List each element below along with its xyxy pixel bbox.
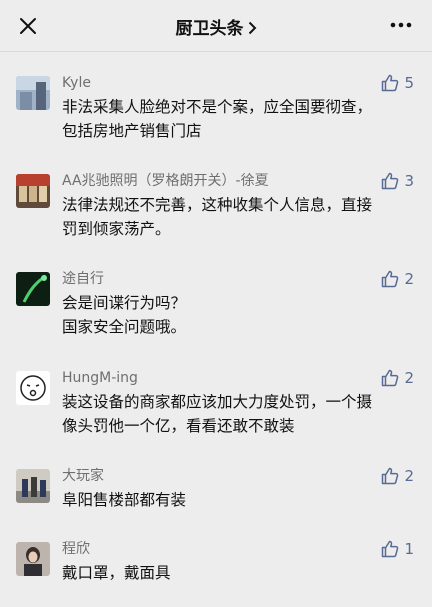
like-count: 3 (404, 172, 414, 190)
comment-item: HungM-ing 装这设备的商家都应该加大力度处罚，一个摄 像头罚他一个亿，看… (0, 367, 432, 465)
like-button[interactable]: 2 (381, 268, 414, 290)
thumbs-up-icon (382, 467, 399, 485)
comment-username: HungM-ing (62, 370, 138, 386)
comment-item: AA兆驰照明（罗格朗开关）-徐夏 法律法规还不完善，这种收集个人信息，直接 罚到… (0, 170, 432, 268)
like-count: 2 (404, 369, 414, 387)
comment-username: 大玩家 (62, 468, 104, 484)
more-icon[interactable] (390, 18, 412, 32)
comment-text: 阜阳售楼部都有装 (62, 491, 187, 509)
avatar[interactable] (16, 76, 50, 110)
comment-item: 途自行 会是间谍行为吗？ 国家安全问题哦。 2 (0, 268, 432, 367)
thumbs-up-icon (382, 540, 399, 558)
like-button[interactable]: 1 (381, 538, 414, 560)
comment-text: 会是间谍行为吗？ 国家安全问题哦。 (62, 294, 187, 336)
like-count: 2 (404, 467, 414, 485)
like-button[interactable]: 2 (381, 367, 414, 389)
like-count: 5 (404, 74, 414, 92)
comment-list: Kyle 非法采集人脸绝对不是个案，应全国要彻查， 包括房地产销售门店 5 AA… (0, 52, 432, 607)
avatar[interactable] (16, 272, 50, 306)
comment-text: 非法采集人脸绝对不是个案，应全国要彻查， 包括房地产销售门店 (62, 98, 373, 140)
comment-username: AA兆驰照明（罗格朗开关）-徐夏 (62, 173, 269, 189)
avatar[interactable] (16, 542, 50, 576)
like-button[interactable]: 2 (381, 465, 414, 487)
thumbs-up-icon (382, 172, 399, 190)
nav-bar: 厨卫头条 (0, 0, 432, 52)
comment-text: 法律法规还不完善，这种收集个人信息，直接 罚到倾家荡产。 (62, 196, 373, 238)
page-title-wrap: 厨卫头条 (0, 14, 432, 39)
comment-item: Kyle 非法采集人脸绝对不是个案，应全国要彻查， 包括房地产销售门店 5 (0, 72, 432, 170)
thumbs-up-icon (382, 74, 399, 92)
avatar[interactable] (16, 174, 50, 208)
thumbs-up-icon (382, 369, 399, 387)
like-button[interactable]: 3 (381, 170, 414, 192)
close-icon[interactable] (18, 16, 38, 36)
like-button[interactable]: 5 (381, 72, 414, 94)
chevron-right-icon (248, 21, 256, 35)
avatar[interactable] (16, 371, 50, 405)
page-title: 厨卫头条 (175, 19, 244, 39)
comment-username: Kyle (62, 75, 91, 91)
comment-username: 途自行 (62, 271, 104, 287)
comment-text: 装这设备的商家都应该加大力度处罚，一个摄 像头罚他一个亿，看看还敢不敢装 (62, 393, 373, 435)
comment-text: 戴口罩，戴面具 (62, 564, 171, 582)
thumbs-up-icon (382, 270, 399, 288)
like-count: 2 (404, 270, 414, 288)
comment-item: 程欣 戴口罩，戴面具 1 (0, 538, 432, 607)
comment-item: 大玩家 阜阳售楼部都有装 2 (0, 465, 432, 538)
like-count: 1 (404, 540, 414, 558)
page-title-link[interactable]: 厨卫头条 (176, 19, 257, 39)
comment-username: 程欣 (62, 541, 90, 557)
avatar[interactable] (16, 469, 50, 503)
